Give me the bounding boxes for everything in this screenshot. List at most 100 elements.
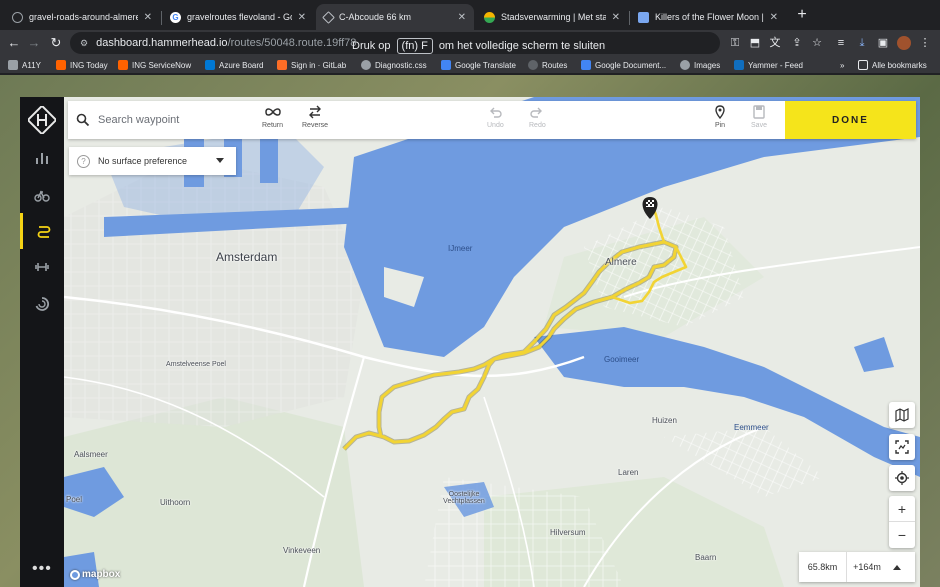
site-icon: [484, 11, 495, 23]
side-panel-icon[interactable]: ▣: [876, 36, 890, 50]
zoom-in-button[interactable]: +: [889, 496, 915, 522]
install-icon[interactable]: ⬒: [748, 36, 762, 50]
fullscreen-toast: Druk op (fn) F om het volledige scherm t…: [352, 36, 605, 56]
folder-icon: [858, 60, 868, 70]
hammerhead-icon: [322, 10, 335, 24]
search-waypoint-input[interactable]: [98, 114, 248, 126]
route-icon: [37, 226, 50, 238]
browser-window: gravel-roads-around-almere- ✕ G gravelro…: [0, 0, 940, 587]
close-icon[interactable]: ✕: [298, 12, 306, 23]
bookmark-label: Google Document...: [595, 60, 667, 70]
bookmark-routes[interactable]: Routes: [528, 58, 567, 72]
bookmark-images[interactable]: Images: [680, 58, 720, 72]
reload-icon[interactable]: ↻: [48, 34, 64, 52]
return-label: Return: [262, 122, 284, 129]
tab-title: gravel-roads-around-almere-: [29, 12, 138, 22]
redo-button[interactable]: Redo: [529, 105, 546, 137]
close-icon[interactable]: ✕: [144, 12, 152, 23]
surface-preference-dropdown[interactable]: ? No surface preference: [69, 147, 236, 175]
bookmark-label: Alle bookmarks: [872, 60, 927, 70]
yammer-icon: [734, 60, 744, 70]
bookmark-ing-servicenow[interactable]: ING ServiceNow: [118, 58, 191, 72]
all-bookmarks[interactable]: Alle bookmarks: [858, 58, 927, 72]
translate-icon[interactable]: 文: [768, 36, 782, 50]
globe-icon: [12, 11, 23, 23]
new-tab-button[interactable]: +: [792, 6, 812, 24]
back-arrow-icon[interactable]: ←: [6, 34, 22, 52]
map-icon: [895, 408, 909, 422]
reverse-button[interactable]: Reverse: [302, 105, 328, 137]
redo-icon: [530, 107, 543, 118]
pin-button[interactable]: Pin: [712, 105, 728, 137]
close-icon[interactable]: ✕: [770, 12, 778, 23]
tab-killers-flower-moon[interactable]: Killers of the Flower Moon | Ki ✕: [630, 4, 786, 30]
swap-arrows-icon: [309, 105, 322, 119]
bookmark-gitlab[interactable]: Sign in · GitLab: [277, 58, 346, 72]
menu-dots-icon[interactable]: ⋮: [918, 36, 932, 50]
locate-me-button[interactable]: [889, 465, 915, 491]
zoom-control: + −: [889, 496, 915, 548]
close-icon[interactable]: ✕: [612, 12, 620, 23]
bookmark-google-translate[interactable]: Google Translate: [441, 58, 516, 72]
bookmark-a11y[interactable]: A11Y: [8, 58, 41, 72]
tab-gravel-roads[interactable]: gravel-roads-around-almere- ✕: [4, 4, 160, 30]
route-stats[interactable]: 65.8km +164m: [799, 552, 915, 582]
map-label-hilversum: Hilversum: [550, 528, 586, 537]
hammerhead-logo-icon[interactable]: [28, 106, 56, 134]
ing-icon: [118, 60, 128, 70]
ing-icon: [56, 60, 66, 70]
toast-text-after: om het volledige scherm te sluiten: [438, 40, 606, 52]
reading-list-icon[interactable]: ≡: [834, 36, 848, 50]
bookmark-label: Diagnostic.css: [375, 60, 427, 70]
route-elevation: +164m: [853, 562, 881, 572]
close-icon[interactable]: ✕: [458, 12, 466, 23]
rail-item-routes[interactable]: [20, 213, 64, 249]
more-dots-icon[interactable]: •••: [32, 560, 52, 578]
azure-icon: [205, 60, 215, 70]
rail-item-progress[interactable]: [20, 286, 64, 322]
share-icon[interactable]: ⇪: [790, 36, 804, 50]
zoom-out-button[interactable]: −: [889, 522, 915, 548]
pin-label: Pin: [714, 122, 726, 129]
fit-bounds-icon: [895, 440, 909, 454]
tab-stadsverwarming[interactable]: Stadsverwarming | Met stadsv ✕: [476, 4, 628, 30]
site-info-icon[interactable]: ⚙: [80, 38, 88, 49]
bookmark-yammer[interactable]: Yammer - Feed: [734, 58, 803, 72]
download-icon[interactable]: ⤓: [855, 36, 869, 50]
rail-item-rides[interactable]: [20, 177, 64, 213]
key-icon[interactable]: ⚿: [728, 36, 742, 50]
map-label-laren: Laren: [618, 468, 639, 477]
route-toolbar: Return Reverse Undo Redo Pin Save DONE: [68, 101, 916, 139]
return-button[interactable]: Return: [262, 105, 283, 137]
expand-up-icon[interactable]: [893, 564, 901, 570]
map-label-gooimeer: Gooimeer: [604, 355, 640, 364]
tab-title: C-Abcoude 66 km: [339, 12, 412, 22]
map-style-button[interactable]: [889, 402, 915, 428]
map-label-almere: Almere: [605, 257, 637, 268]
folder-icon: [8, 60, 18, 70]
forward-arrow-icon[interactable]: →: [26, 34, 42, 52]
tab-c-abcoude[interactable]: C-Abcoude 66 km ✕: [316, 4, 474, 30]
undo-button[interactable]: Undo: [487, 105, 504, 137]
rail-item-stats[interactable]: [20, 140, 64, 176]
bookmark-star-icon[interactable]: ☆: [810, 36, 824, 50]
bookmark-label: Sign in · GitLab: [291, 60, 347, 70]
done-button[interactable]: DONE: [785, 101, 916, 139]
save-icon: [753, 105, 765, 119]
bookmark-diagnostic-css[interactable]: Diagnostic.css: [361, 58, 427, 72]
save-button[interactable]: Save: [751, 105, 767, 137]
map-label-huizen: Huizen: [652, 416, 677, 425]
surface-preference-value: No surface preference: [98, 156, 188, 166]
rail-item-workouts[interactable]: [20, 249, 64, 285]
help-icon[interactable]: ?: [77, 154, 90, 168]
bookmarks-overflow[interactable]: »: [840, 58, 844, 72]
google-icon: G: [170, 11, 181, 23]
map-label-ijmeer: IJmeer: [448, 244, 473, 253]
url-path: /routes/50048.route.19ff78: [227, 37, 357, 49]
tab-gravelroutes[interactable]: G gravelroutes flevoland - Goog ✕: [162, 4, 314, 30]
fit-route-button[interactable]: [889, 434, 915, 460]
avatar[interactable]: [897, 36, 911, 50]
bookmark-ing-today[interactable]: ING Today: [56, 58, 108, 72]
bookmark-google-document[interactable]: Google Document...: [581, 58, 666, 72]
bookmark-azure-board[interactable]: Azure Board: [205, 58, 263, 72]
